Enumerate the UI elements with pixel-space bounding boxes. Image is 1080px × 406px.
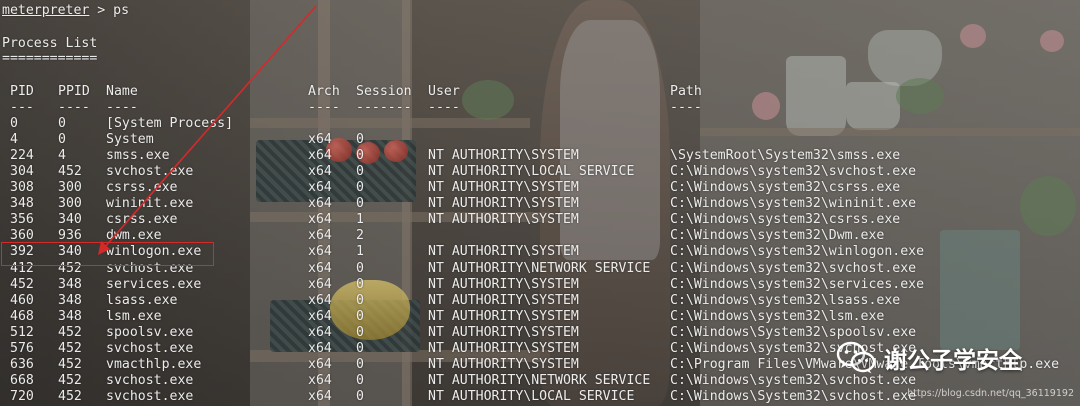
watermark-account-name: 谢公子学安全 [884,348,1022,374]
watermark-url: https://blog.csdn.net/qq_36119192 [907,388,1074,399]
watermark: 谢公子学安全 [836,340,1022,376]
highlight-box [1,242,214,266]
wechat-icon [836,341,876,374]
